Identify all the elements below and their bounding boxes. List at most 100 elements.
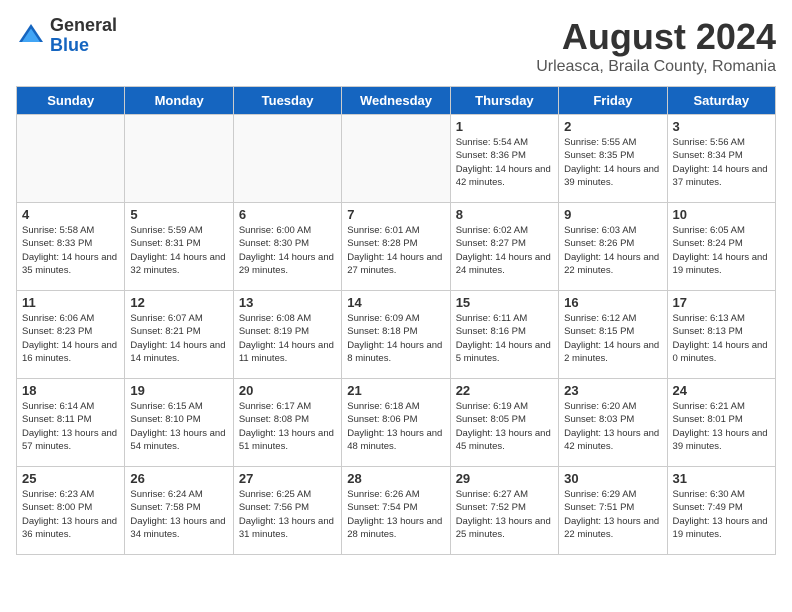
month-year: August 2024 bbox=[536, 16, 776, 58]
header: General Blue August 2024 Urleasca, Brail… bbox=[16, 16, 776, 76]
calendar-cell: 3 Sunrise: 5:56 AM Sunset: 8:34 PM Daylig… bbox=[667, 115, 775, 203]
day-info: Sunrise: 6:01 AM Sunset: 8:28 PM Dayligh… bbox=[347, 224, 444, 277]
calendar: SundayMondayTuesdayWednesdayThursdayFrid… bbox=[16, 86, 776, 555]
day-number: 8 bbox=[456, 207, 553, 222]
calendar-cell: 31Sunrise: 6:30 AM Sunset: 7:49 PM Dayli… bbox=[667, 467, 775, 555]
day-number: 7 bbox=[347, 207, 444, 222]
calendar-cell: 29 Sunrise: 6:27 AM Sunset: 7:52 PM Dayli… bbox=[450, 467, 558, 555]
calendar-week-row: 18 Sunrise: 6:14 AM Sunset: 8:11 PM Dayli… bbox=[17, 379, 776, 467]
calendar-cell: 15 Sunrise: 6:11 AM Sunset: 8:16 PM Dayli… bbox=[450, 291, 558, 379]
day-number: 15 bbox=[456, 295, 553, 310]
day-info: Sunrise: 6:11 AM Sunset: 8:16 PM Dayligh… bbox=[456, 312, 553, 365]
day-info: Sunrise: 6:14 AM Sunset: 8:11 PM Dayligh… bbox=[22, 400, 119, 453]
calendar-cell: 9 Sunrise: 6:03 AM Sunset: 8:26 PM Daylig… bbox=[559, 203, 667, 291]
calendar-cell: 25 Sunrise: 6:23 AM Sunset: 8:00 PM Dayli… bbox=[17, 467, 125, 555]
day-info: Sunrise: 5:56 AM Sunset: 8:34 PM Dayligh… bbox=[673, 136, 770, 189]
calendar-cell: 5 Sunrise: 5:59 AM Sunset: 8:31 PM Daylig… bbox=[125, 203, 233, 291]
day-info: Sunrise: 6:15 AM Sunset: 8:10 PM Dayligh… bbox=[130, 400, 227, 453]
calendar-cell: 4Sunrise: 5:58 AM Sunset: 8:33 PM Daylig… bbox=[17, 203, 125, 291]
calendar-cell: 21Sunrise: 6:18 AM Sunset: 8:06 PM Dayli… bbox=[342, 379, 450, 467]
calendar-cell: 22Sunrise: 6:19 AM Sunset: 8:05 PM Dayli… bbox=[450, 379, 558, 467]
day-info: Sunrise: 6:12 AM Sunset: 8:15 PM Dayligh… bbox=[564, 312, 661, 365]
calendar-cell: 11 Sunrise: 6:06 AM Sunset: 8:23 PM Dayli… bbox=[17, 291, 125, 379]
calendar-week-row: 25 Sunrise: 6:23 AM Sunset: 8:00 PM Dayli… bbox=[17, 467, 776, 555]
calendar-cell bbox=[342, 115, 450, 203]
day-info: Sunrise: 6:23 AM Sunset: 8:00 PM Dayligh… bbox=[22, 488, 119, 541]
calendar-cell: 1 Sunrise: 5:54 AM Sunset: 8:36 PM Daylig… bbox=[450, 115, 558, 203]
calendar-week-row: 11 Sunrise: 6:06 AM Sunset: 8:23 PM Dayli… bbox=[17, 291, 776, 379]
day-info: Sunrise: 5:55 AM Sunset: 8:35 PM Dayligh… bbox=[564, 136, 661, 189]
day-number: 11 bbox=[22, 295, 119, 310]
day-number: 1 bbox=[456, 119, 553, 134]
calendar-cell bbox=[17, 115, 125, 203]
day-number: 23 bbox=[564, 383, 661, 398]
day-number: 25 bbox=[22, 471, 119, 486]
day-number: 28 bbox=[347, 471, 444, 486]
day-number: 10 bbox=[673, 207, 770, 222]
day-of-week-header: Saturday bbox=[667, 87, 775, 115]
logo-icon bbox=[16, 21, 46, 51]
day-of-week-header: Wednesday bbox=[342, 87, 450, 115]
calendar-cell: 24 Sunrise: 6:21 AM Sunset: 8:01 PM Dayli… bbox=[667, 379, 775, 467]
calendar-cell bbox=[125, 115, 233, 203]
calendar-cell: 27 Sunrise: 6:25 AM Sunset: 7:56 PM Dayli… bbox=[233, 467, 341, 555]
day-number: 9 bbox=[564, 207, 661, 222]
day-info: Sunrise: 6:17 AM Sunset: 8:08 PM Dayligh… bbox=[239, 400, 336, 453]
day-info: Sunrise: 6:02 AM Sunset: 8:27 PM Dayligh… bbox=[456, 224, 553, 277]
day-info: Sunrise: 6:21 AM Sunset: 8:01 PM Dayligh… bbox=[673, 400, 770, 453]
day-number: 18 bbox=[22, 383, 119, 398]
calendar-cell: 8 Sunrise: 6:02 AM Sunset: 8:27 PM Daylig… bbox=[450, 203, 558, 291]
day-number: 5 bbox=[130, 207, 227, 222]
calendar-cell: 17 Sunrise: 6:13 AM Sunset: 8:13 PM Dayli… bbox=[667, 291, 775, 379]
logo-blue-text: Blue bbox=[50, 36, 117, 56]
day-number: 2 bbox=[564, 119, 661, 134]
calendar-cell: 28 Sunrise: 6:26 AM Sunset: 7:54 PM Dayli… bbox=[342, 467, 450, 555]
day-number: 4 bbox=[22, 207, 119, 222]
day-number: 20 bbox=[239, 383, 336, 398]
day-of-week-header: Friday bbox=[559, 87, 667, 115]
day-info: Sunrise: 6:05 AM Sunset: 8:24 PM Dayligh… bbox=[673, 224, 770, 277]
day-number: 6 bbox=[239, 207, 336, 222]
day-number: 16 bbox=[564, 295, 661, 310]
calendar-cell: 10 Sunrise: 6:05 AM Sunset: 8:24 PM Dayli… bbox=[667, 203, 775, 291]
day-info: Sunrise: 6:26 AM Sunset: 7:54 PM Dayligh… bbox=[347, 488, 444, 541]
calendar-cell: 14 Sunrise: 6:09 AM Sunset: 8:18 PM Dayli… bbox=[342, 291, 450, 379]
day-info: Sunrise: 5:54 AM Sunset: 8:36 PM Dayligh… bbox=[456, 136, 553, 189]
day-info: Sunrise: 6:06 AM Sunset: 8:23 PM Dayligh… bbox=[22, 312, 119, 365]
day-info: Sunrise: 6:30 AM Sunset: 7:49 PM Dayligh… bbox=[673, 488, 770, 541]
day-number: 19 bbox=[130, 383, 227, 398]
calendar-week-row: 4Sunrise: 5:58 AM Sunset: 8:33 PM Daylig… bbox=[17, 203, 776, 291]
calendar-cell: 26Sunrise: 6:24 AM Sunset: 7:58 PM Dayli… bbox=[125, 467, 233, 555]
day-info: Sunrise: 6:19 AM Sunset: 8:05 PM Dayligh… bbox=[456, 400, 553, 453]
logo-text: General Blue bbox=[50, 16, 117, 56]
day-number: 3 bbox=[673, 119, 770, 134]
day-info: Sunrise: 5:59 AM Sunset: 8:31 PM Dayligh… bbox=[130, 224, 227, 277]
day-info: Sunrise: 6:27 AM Sunset: 7:52 PM Dayligh… bbox=[456, 488, 553, 541]
calendar-cell: 30Sunrise: 6:29 AM Sunset: 7:51 PM Dayli… bbox=[559, 467, 667, 555]
day-number: 24 bbox=[673, 383, 770, 398]
day-info: Sunrise: 6:07 AM Sunset: 8:21 PM Dayligh… bbox=[130, 312, 227, 365]
day-number: 17 bbox=[673, 295, 770, 310]
calendar-week-row: 1 Sunrise: 5:54 AM Sunset: 8:36 PM Daylig… bbox=[17, 115, 776, 203]
day-number: 30 bbox=[564, 471, 661, 486]
calendar-cell: 16 Sunrise: 6:12 AM Sunset: 8:15 PM Dayli… bbox=[559, 291, 667, 379]
day-info: Sunrise: 6:20 AM Sunset: 8:03 PM Dayligh… bbox=[564, 400, 661, 453]
day-number: 29 bbox=[456, 471, 553, 486]
day-of-week-header: Tuesday bbox=[233, 87, 341, 115]
day-info: Sunrise: 6:13 AM Sunset: 8:13 PM Dayligh… bbox=[673, 312, 770, 365]
calendar-cell: 20 Sunrise: 6:17 AM Sunset: 8:08 PM Dayli… bbox=[233, 379, 341, 467]
day-number: 27 bbox=[239, 471, 336, 486]
day-info: Sunrise: 6:18 AM Sunset: 8:06 PM Dayligh… bbox=[347, 400, 444, 453]
day-info: Sunrise: 6:08 AM Sunset: 8:19 PM Dayligh… bbox=[239, 312, 336, 365]
day-of-week-header: Monday bbox=[125, 87, 233, 115]
day-of-week-header: Sunday bbox=[17, 87, 125, 115]
day-number: 13 bbox=[239, 295, 336, 310]
calendar-cell bbox=[233, 115, 341, 203]
day-number: 14 bbox=[347, 295, 444, 310]
day-number: 12 bbox=[130, 295, 227, 310]
calendar-cell: 18 Sunrise: 6:14 AM Sunset: 8:11 PM Dayli… bbox=[17, 379, 125, 467]
logo: General Blue bbox=[16, 16, 117, 56]
day-info: Sunrise: 6:03 AM Sunset: 8:26 PM Dayligh… bbox=[564, 224, 661, 277]
day-info: Sunrise: 6:25 AM Sunset: 7:56 PM Dayligh… bbox=[239, 488, 336, 541]
day-info: Sunrise: 6:09 AM Sunset: 8:18 PM Dayligh… bbox=[347, 312, 444, 365]
